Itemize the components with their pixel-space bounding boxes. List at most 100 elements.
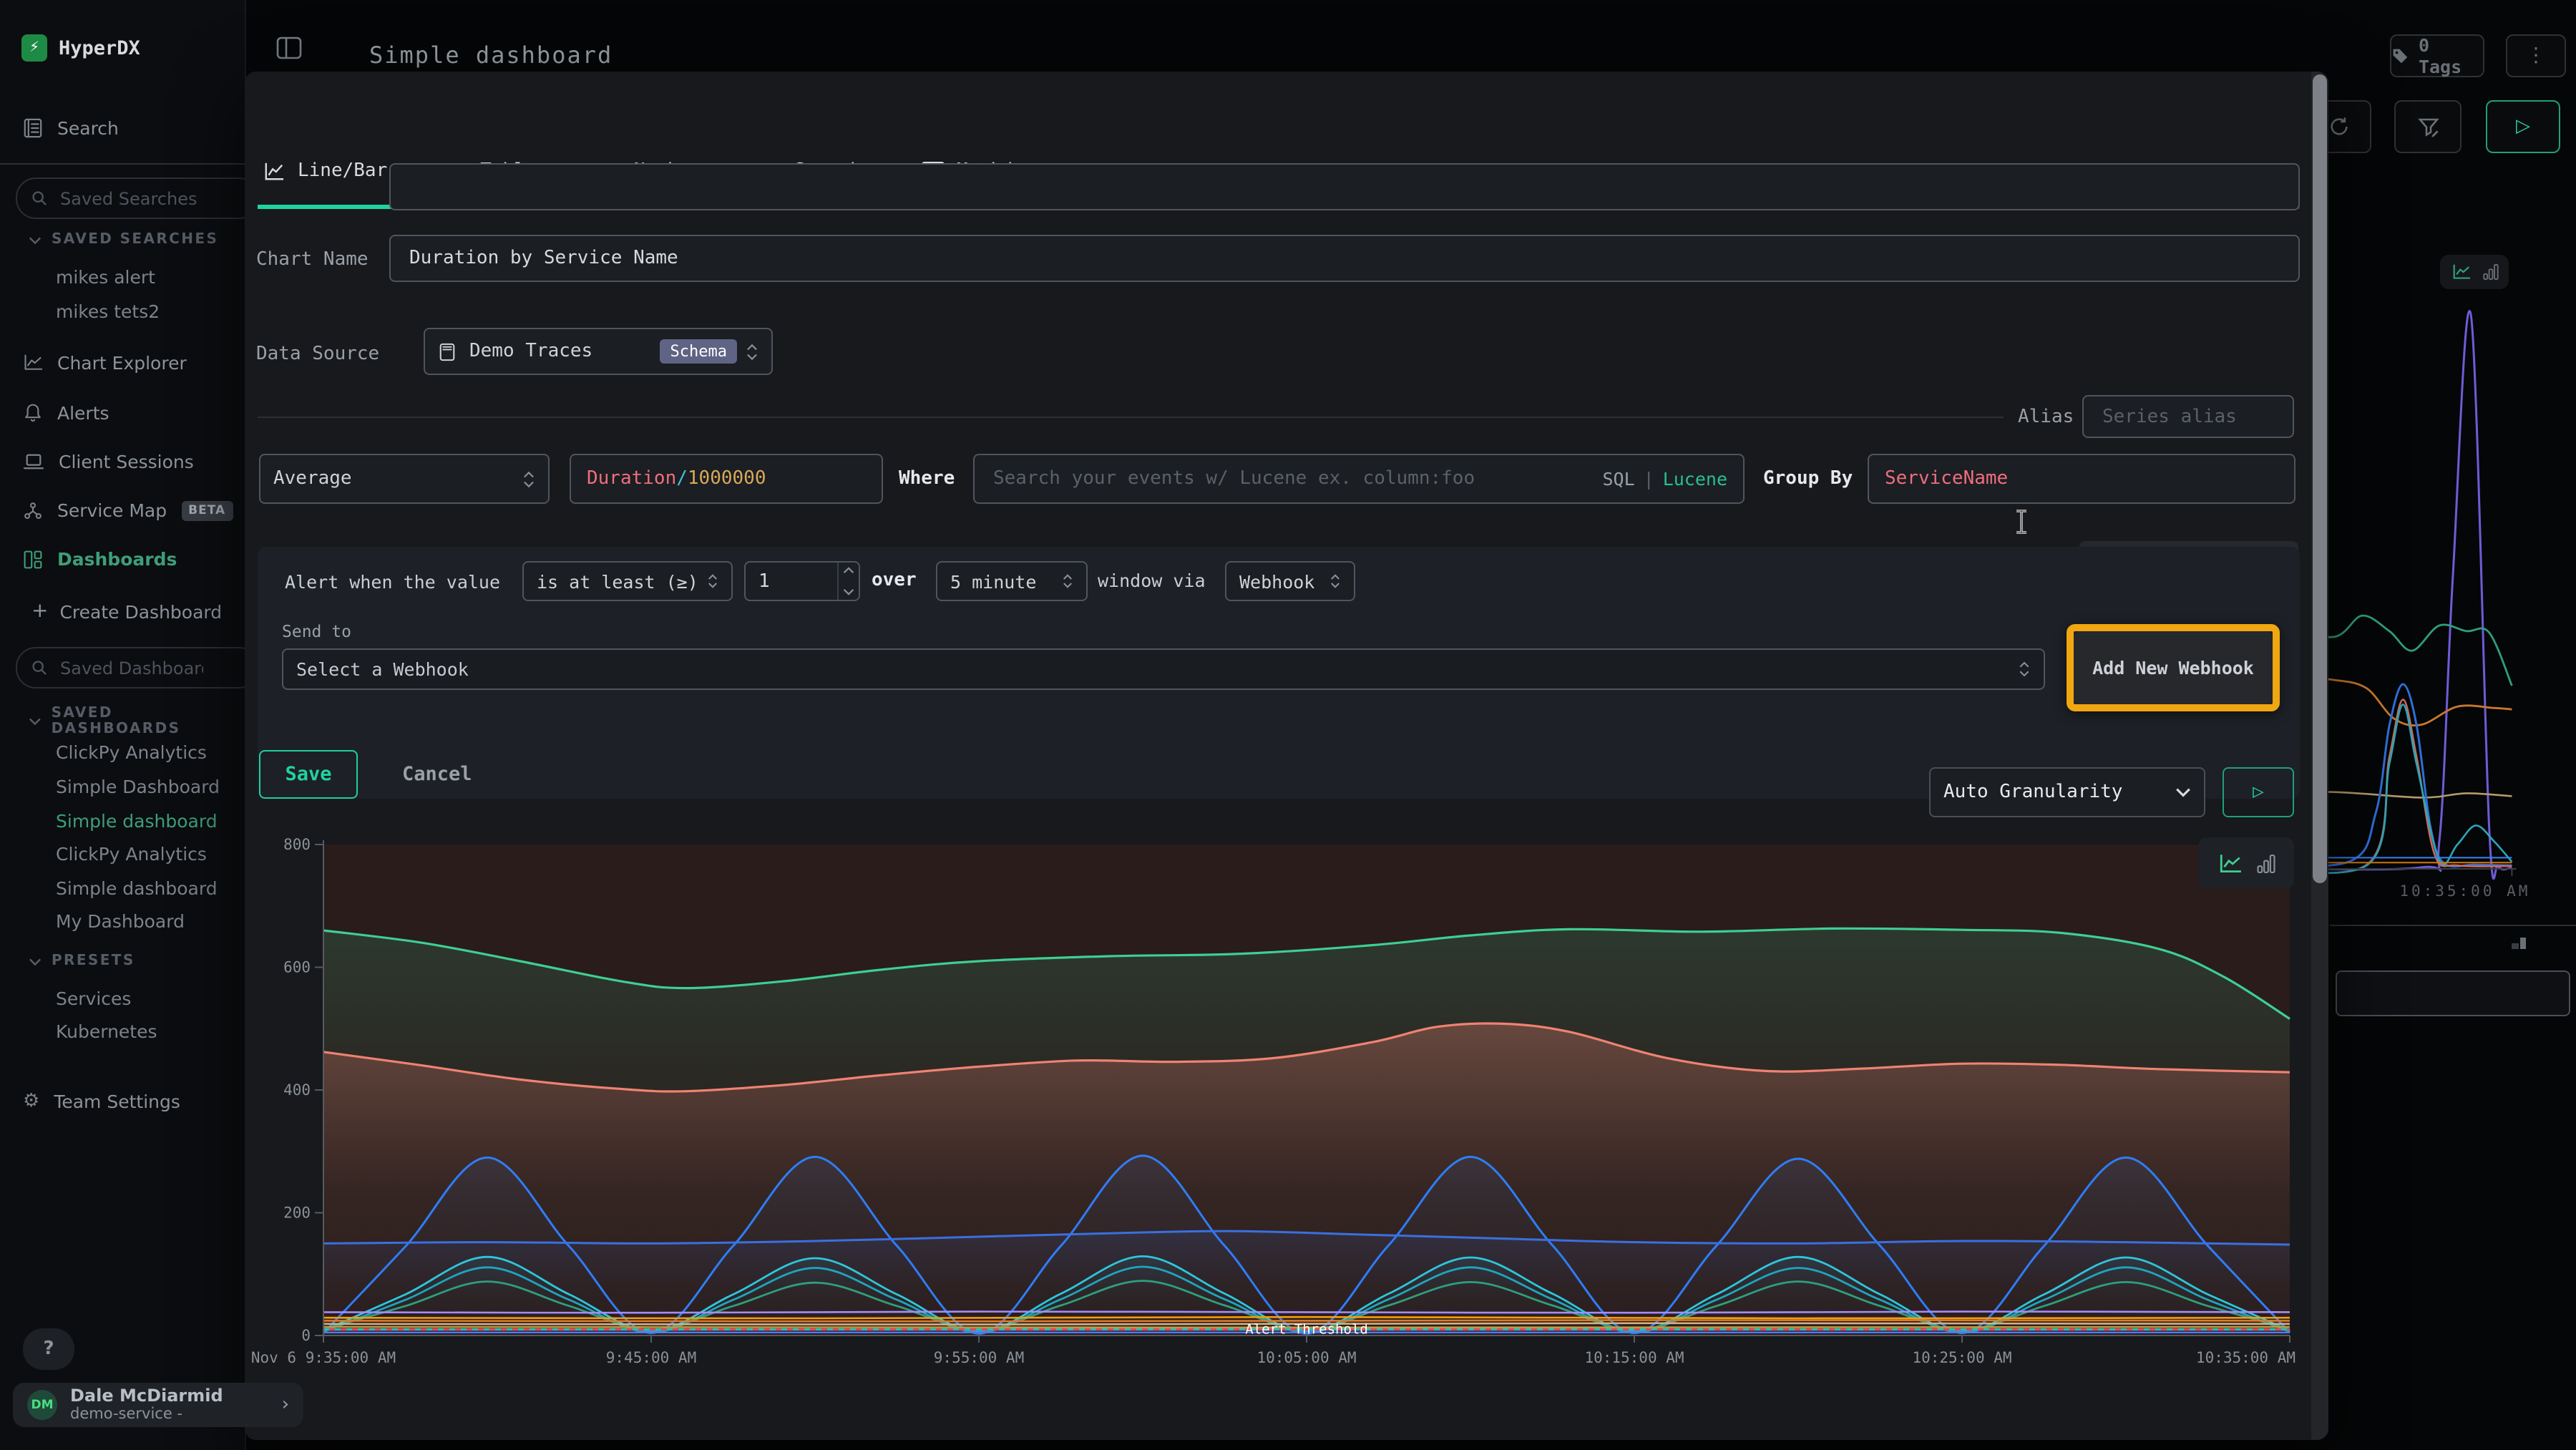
sidebar-item-search[interactable]: Search xyxy=(23,117,119,139)
chart-type-toggle[interactable] xyxy=(2198,837,2294,889)
chevron-updown-icon xyxy=(707,573,718,590)
bar-chart-icon xyxy=(2482,263,2498,281)
where-search-input[interactable]: SQL | Lucene xyxy=(973,454,1745,504)
saved-searches-search[interactable] xyxy=(16,177,259,219)
kebab-icon: ⋮ xyxy=(2526,44,2546,67)
search-icon xyxy=(31,190,47,206)
sidebar-item-service-map[interactable]: Service Map BETA xyxy=(23,500,233,521)
save-button[interactable]: Save xyxy=(259,750,358,799)
granularity-select[interactable]: Auto Granularity xyxy=(1929,767,2205,817)
tags-button-label: 0 Tags xyxy=(2419,34,2483,77)
chevron-updown-icon xyxy=(522,469,535,489)
add-webhook-highlight: Add New Webhook xyxy=(2067,624,2280,711)
svg-text:10:35:00 AM: 10:35:00 AM xyxy=(2399,882,2530,900)
presets-header[interactable]: PRESETS xyxy=(29,953,135,969)
chevron-down-icon xyxy=(2175,787,2191,797)
dashboard-item[interactable]: Simple dashboard xyxy=(56,877,218,899)
number-stepper[interactable] xyxy=(837,563,859,600)
add-new-webhook-button[interactable]: Add New Webhook xyxy=(2074,631,2273,704)
saved-dashboards-input[interactable] xyxy=(57,656,206,679)
svg-text:10:35:00 AM: 10:35:00 AM xyxy=(2196,1349,2296,1366)
window-via-label: window via xyxy=(1098,570,1206,591)
field-expression-input[interactable]: Duration/1000000 xyxy=(570,454,883,504)
search-doc-icon xyxy=(23,117,43,139)
search-icon xyxy=(31,660,47,676)
data-source-select[interactable]: Demo Traces Schema xyxy=(424,328,773,375)
sidebar-item-label: Search xyxy=(57,117,119,139)
help-button[interactable]: ? xyxy=(23,1328,74,1370)
chart-name-input-wrap xyxy=(389,163,2300,210)
dashboard-item-active[interactable]: Simple dashboard xyxy=(56,810,218,832)
preset-item[interactable]: Services xyxy=(56,988,131,1009)
sidebar-item-chart-explorer[interactable]: Chart Explorer xyxy=(23,352,187,374)
beta-badge: BETA xyxy=(181,500,233,520)
network-icon xyxy=(23,500,43,520)
saved-searches-header[interactable]: SAVED SEARCHES xyxy=(29,232,218,248)
create-dashboard-button[interactable]: + Create Dashboard xyxy=(31,600,222,623)
dashboard-item[interactable]: ClickPy Analytics xyxy=(56,741,207,763)
svg-text:10:15:00 AM: 10:15:00 AM xyxy=(1584,1349,1684,1366)
line-chart-icon xyxy=(2451,263,2471,281)
saved-dashboards-search[interactable] xyxy=(16,647,259,688)
background-chart-type-toggle[interactable] xyxy=(2440,255,2509,289)
chevron-down-icon xyxy=(29,957,42,965)
logo[interactable]: ⚡ HyperDX xyxy=(21,34,140,62)
alert-condition-select[interactable]: is at least (≥) xyxy=(522,561,733,601)
resize-handle-icon[interactable] xyxy=(2510,938,2527,950)
sidebar-item-team-settings[interactable]: ⚙ Team Settings xyxy=(23,1091,180,1112)
chevron-updown-icon xyxy=(1062,573,1073,590)
aggregation-select[interactable]: Average xyxy=(259,454,550,504)
line-chart-icon[interactable] xyxy=(2218,852,2242,874)
saved-search-item[interactable]: mikes alert xyxy=(56,266,155,288)
alert-channel-select[interactable]: Webhook xyxy=(1225,561,1355,601)
saved-dashboards-header[interactable]: SAVED DASHBOARDS xyxy=(29,706,245,737)
tags-button[interactable]: 0 Tags xyxy=(2390,34,2484,77)
sql-toggle[interactable]: SQL xyxy=(1602,468,1634,490)
sidebar-item-client-sessions[interactable]: Client Sessions xyxy=(23,451,194,472)
alert-value-input[interactable] xyxy=(744,561,860,601)
cancel-button[interactable]: Cancel xyxy=(402,763,472,786)
svg-text:200: 200 xyxy=(283,1205,311,1222)
webhook-select[interactable]: Select a Webhook xyxy=(282,648,2045,690)
dashboard-item[interactable]: Simple Dashboard xyxy=(56,776,220,797)
filter-button[interactable] xyxy=(2394,100,2462,153)
series-alias-input[interactable] xyxy=(2082,395,2294,438)
chart-name-input[interactable] xyxy=(389,235,2300,282)
alert-window-select[interactable]: 5 minute xyxy=(936,561,1088,601)
alias-divider xyxy=(258,417,2004,418)
chevron-down-icon[interactable] xyxy=(843,588,854,595)
play-icon: ▷ xyxy=(2516,116,2530,137)
preset-item[interactable]: Kubernetes xyxy=(56,1021,157,1042)
chevron-up-icon[interactable] xyxy=(843,567,854,574)
preview-run-button[interactable]: ▷ xyxy=(2223,767,2294,817)
dashboard-item[interactable]: My Dashboard xyxy=(56,910,185,932)
data-source-label: Data Source xyxy=(256,344,379,365)
database-icon xyxy=(438,341,457,361)
alias-label: Alias xyxy=(2018,407,2074,428)
field-slash: / xyxy=(676,468,688,490)
background-input[interactable] xyxy=(2336,970,2570,1016)
user-name: Dale McDiarmid xyxy=(70,1386,269,1406)
tab-line-bar[interactable]: Line/Bar xyxy=(263,160,387,182)
background-divider xyxy=(2330,925,2576,926)
bar-chart-icon[interactable] xyxy=(2256,852,2275,874)
sidebar-item-dashboards[interactable]: Dashboards xyxy=(23,548,177,570)
lucene-toggle[interactable]: Lucene xyxy=(1663,468,1727,490)
sidebar-toggle-icon[interactable] xyxy=(276,36,302,60)
dashboard-item[interactable]: ClickPy Analytics xyxy=(56,843,207,865)
sidebar-item-alerts[interactable]: Alerts xyxy=(23,402,109,424)
user-menu[interactable]: DM Dale McDiarmid demo-service - › xyxy=(13,1383,303,1427)
modal-scrollbar-thumb[interactable] xyxy=(2313,74,2327,883)
run-query-button[interactable]: ▷ xyxy=(2486,100,2560,153)
saved-search-item[interactable]: mikes tets2 xyxy=(56,301,160,322)
chevron-right-icon: › xyxy=(282,1394,289,1416)
app-root: 10:35:00 AM Simple dashboard 0 Tags ⋮ xyxy=(0,0,2576,1450)
send-to-label: Send to xyxy=(282,621,351,641)
avatar: DM xyxy=(27,1390,57,1420)
svg-text:10:05:00 AM: 10:05:00 AM xyxy=(1257,1349,1356,1366)
svg-text:0: 0 xyxy=(301,1327,311,1344)
group-by-input[interactable]: ServiceName xyxy=(1868,454,2296,504)
more-options-button[interactable]: ⋮ xyxy=(2506,34,2566,77)
saved-searches-input[interactable] xyxy=(57,187,206,210)
svg-text:800: 800 xyxy=(283,836,311,853)
